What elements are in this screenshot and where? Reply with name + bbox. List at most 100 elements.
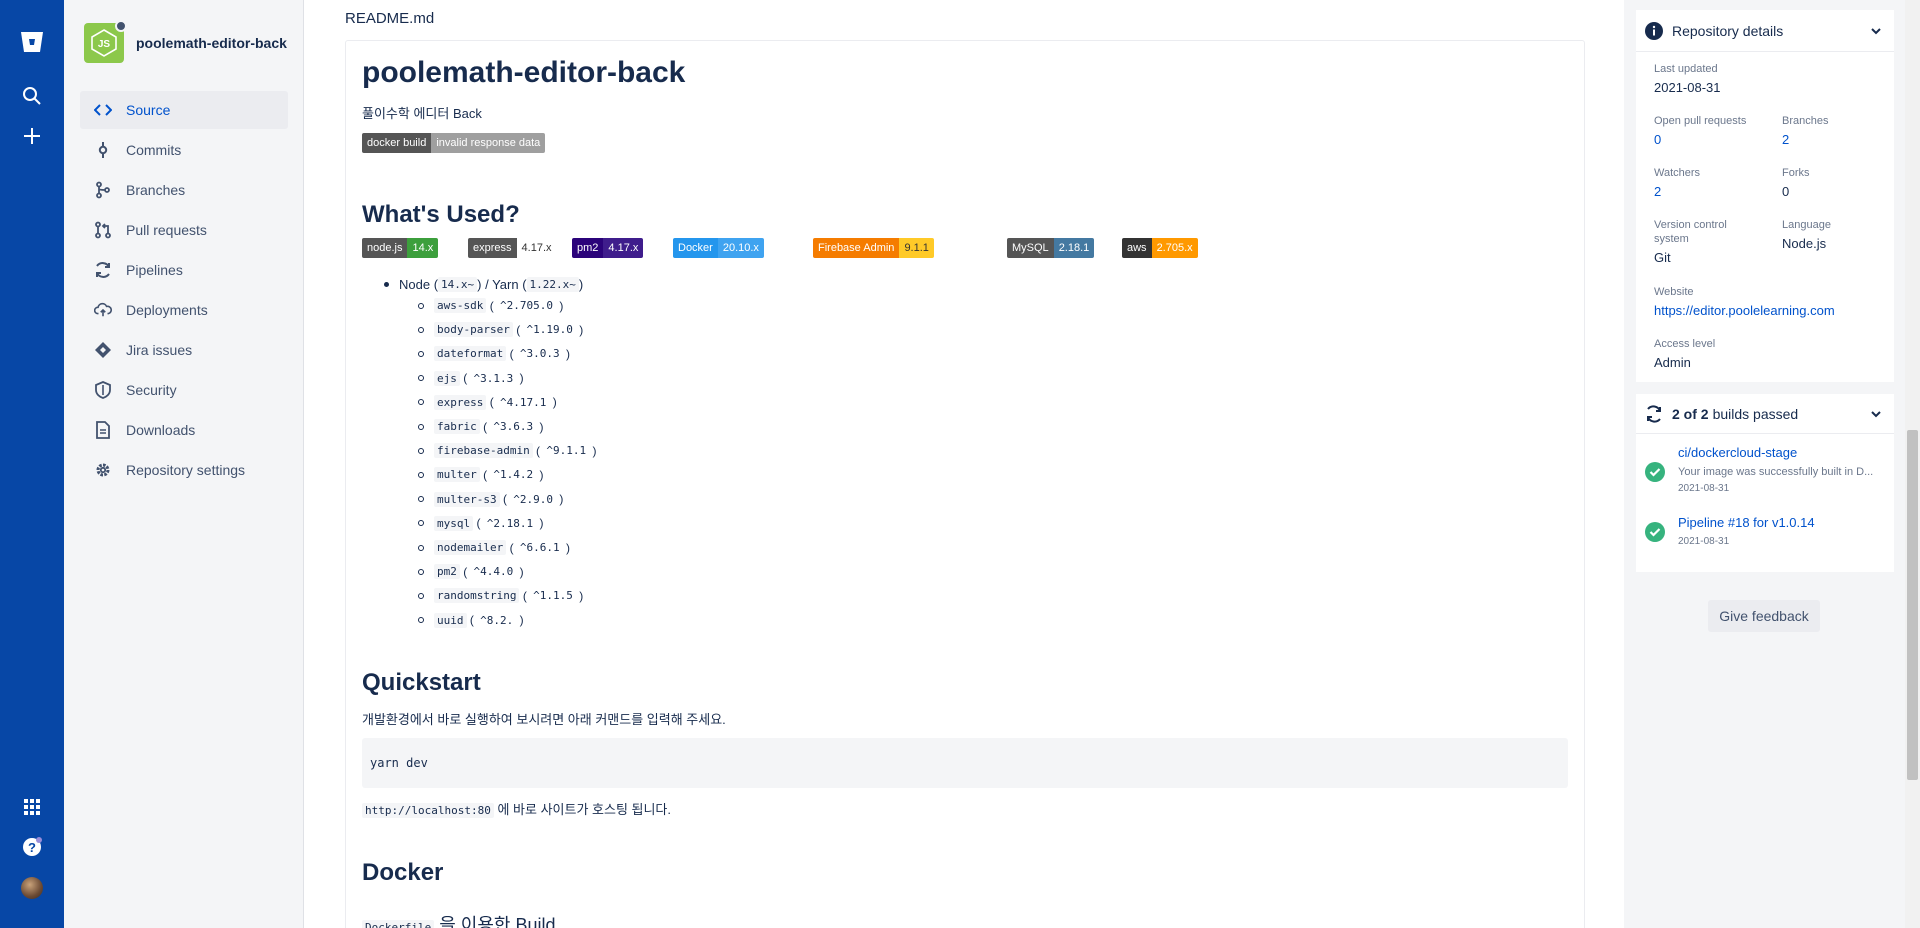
branch-icon [94, 181, 112, 199]
paren-close: ) [516, 371, 524, 386]
sidebar-item-downloads[interactable]: Downloads [80, 411, 288, 449]
gear-icon [94, 461, 112, 479]
badge-value: 20.10.x [717, 238, 764, 258]
bullet [418, 520, 424, 527]
builds-count: 2 of 2 [1672, 405, 1709, 422]
sidebar-item-source[interactable]: Source [80, 91, 288, 129]
bullet [418, 399, 424, 406]
dependency-version: ^2.18.1 [486, 516, 534, 530]
sidebar-item-repository-settings[interactable]: Repository settings [80, 451, 288, 489]
sidebar-item-label: Branches [126, 182, 186, 198]
paren-open: ( [532, 443, 544, 458]
express-badge: express 4.17.x [468, 238, 557, 258]
paren-close: ) [556, 298, 564, 313]
sidebar-item-commits[interactable]: Commits [80, 131, 288, 169]
svg-text:?: ? [28, 840, 36, 855]
paren-open: ( [479, 419, 491, 434]
dependency-version: ^2.9.0 [513, 492, 554, 506]
meta-label: Access level [1654, 338, 1716, 350]
help-icon[interactable]: ? [12, 827, 52, 867]
dependency-name: randomstring [434, 588, 520, 604]
dependency-item: pm2 ( ^4.4.0 ) [418, 564, 524, 580]
forks-count: Forks 0 [1782, 166, 1810, 199]
sidebar-item-label: Deployments [126, 302, 208, 318]
paren-close: ) [549, 395, 557, 410]
details-toggle[interactable]: Repository details [1636, 10, 1894, 52]
readme-h1: poolemath-editor-back [362, 56, 686, 89]
dependency-item: body-parser ( ^1.19.0 ) [418, 322, 583, 338]
mysql-badge: MySQL 2.18.1 [1007, 238, 1095, 258]
paren-open: ( [473, 516, 484, 531]
bullet [418, 302, 424, 309]
watchers-link[interactable]: 2 [1654, 184, 1700, 199]
firebase-badge: Firebase Admin 9.1.1 [813, 238, 934, 258]
sidebar-item-label: Downloads [126, 422, 196, 438]
close-paren: ) [578, 277, 584, 292]
badge-value: 4.17.x [516, 238, 557, 258]
paren-open: ( [479, 467, 491, 482]
dependency-name: aws-sdk [434, 298, 487, 313]
sidebar-item-branches[interactable]: Branches [80, 171, 288, 209]
badge-label: Docker [673, 238, 718, 258]
meta-label: Language [1782, 219, 1831, 231]
dependency-version: ^3.6.3 [493, 420, 534, 433]
readme-panel: README.md poolemath-editor-back 풀이수학 에디터… [305, 0, 1623, 928]
create-plus-icon[interactable] [12, 116, 52, 156]
dependency-version: ^8.2. [480, 613, 514, 627]
dependency-item: multer-s3 ( ^2.9.0 ) [418, 491, 563, 507]
bullet [418, 568, 424, 575]
search-icon[interactable] [12, 76, 52, 116]
badge-label: node.js [362, 238, 408, 258]
sidebar-item-deployments[interactable]: Deployments [80, 291, 288, 329]
paren-open: ( [499, 492, 511, 507]
give-feedback-button[interactable]: Give feedback [1708, 600, 1820, 632]
pull-request-icon [94, 221, 112, 239]
scrollbar-thumb[interactable] [1907, 430, 1918, 780]
sidebar-item-jira-issues[interactable]: Jira issues [80, 331, 288, 369]
node-label: Node ( [399, 277, 439, 292]
sidebar-item-pull-requests[interactable]: Pull requests [80, 211, 288, 249]
dependency-version: ^6.6.1 [519, 541, 560, 554]
bullet [418, 471, 424, 478]
aws-badge: aws 2.705.x [1122, 238, 1198, 258]
open-pr-link[interactable]: 0 [1654, 132, 1746, 147]
bullet [418, 375, 424, 382]
website: Website https://editor.poolelearning.com [1654, 285, 1835, 318]
paren-close: ) [536, 467, 544, 482]
dependency-item: fabric ( ^3.6.3 ) [418, 419, 544, 434]
badge-label: aws [1122, 238, 1152, 258]
docker-heading: Docker [362, 859, 444, 886]
website-link[interactable]: https://editor.poolelearning.com [1654, 303, 1835, 318]
nodejs-repo-avatar: JS [84, 20, 127, 63]
bitbucket-logo-icon[interactable] [12, 22, 52, 62]
sidebar-item-pipelines[interactable]: Pipelines [80, 251, 288, 289]
badge-label: express [468, 238, 517, 258]
sidebar-item-label: Pipelines [126, 262, 183, 278]
meta-value: Node.js [1782, 236, 1827, 251]
badge-value: 2.18.1 [1053, 238, 1095, 258]
app-switcher-icon[interactable] [12, 787, 52, 827]
dependency-item: nodemailer ( ^6.6.1 ) [418, 540, 570, 555]
repository-details-panel: Repository details Last updated 2021-08-… [1624, 0, 1920, 928]
user-avatar[interactable] [21, 877, 43, 899]
watchers-count: Watchers 2 [1654, 166, 1700, 199]
docker-build-badge[interactable]: docker build invalid response data [362, 133, 546, 153]
sidebar-item-security[interactable]: Security [80, 371, 288, 409]
yarn-version: 1.22.x~ [526, 277, 579, 292]
repo-header[interactable]: JS poolemath-editor-back [84, 20, 287, 63]
badge-value: 4.17.x [603, 238, 644, 258]
branches-link[interactable]: 2 [1782, 132, 1828, 147]
shield-icon [94, 381, 112, 399]
svg-text:JS: JS [98, 39, 111, 50]
document-icon [94, 421, 112, 439]
quickstart-description: 개발환경에서 바로 실행하여 보시려면 아래 커맨드를 입력해 주세요. [362, 712, 726, 727]
build-title[interactable]: ci/dockercloud-stage [1678, 445, 1797, 460]
nodejs-badge: node.js 14.x [362, 238, 439, 258]
builds-toggle[interactable]: 2 of 2 builds passed [1636, 394, 1894, 434]
dependency-version: ^4.17.1 [500, 395, 547, 409]
dependency-name: multer-s3 [434, 491, 500, 507]
meta-value: Git [1654, 250, 1671, 265]
build-title[interactable]: Pipeline #18 for v1.0.14 [1678, 515, 1815, 530]
dependency-name: express [434, 394, 487, 410]
paren-open: ( [519, 588, 531, 603]
